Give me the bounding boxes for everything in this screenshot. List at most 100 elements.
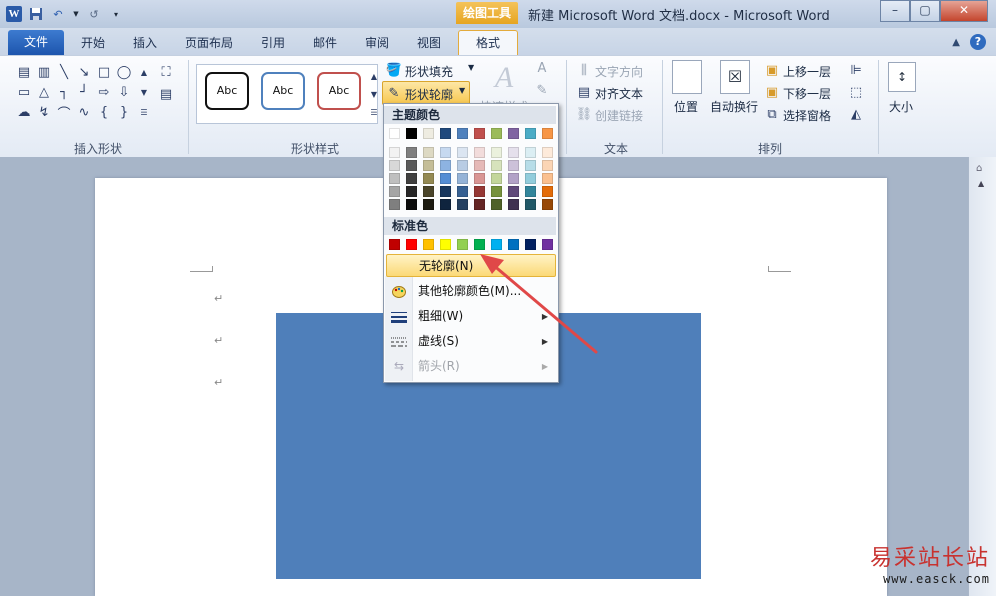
line-shape-icon[interactable]: ╲ xyxy=(56,64,72,80)
align-text-icon[interactable]: ▤ xyxy=(576,84,592,100)
theme-shade-swatch[interactable] xyxy=(525,199,536,210)
theme-shade-swatch[interactable] xyxy=(508,160,519,171)
arc-shape-icon[interactable]: ⌒ xyxy=(56,104,72,122)
theme-shade-swatch[interactable] xyxy=(389,173,400,184)
tab-page-layout[interactable]: 页面布局 xyxy=(180,33,238,54)
theme-color-swatch[interactable] xyxy=(542,128,553,139)
rounded-rect-shape-icon[interactable]: ▭ xyxy=(16,84,32,100)
text-box-icon[interactable]: ▤ xyxy=(16,64,32,80)
theme-shade-swatch[interactable] xyxy=(491,160,502,171)
shape-style-blue[interactable]: Abc xyxy=(261,72,305,110)
theme-color-swatch[interactable] xyxy=(440,128,451,139)
theme-shade-swatch[interactable] xyxy=(406,173,417,184)
theme-shade-swatch[interactable] xyxy=(525,147,536,158)
tab-view[interactable]: 视图 xyxy=(408,33,450,54)
redo-icon[interactable]: ↺ xyxy=(86,6,102,22)
shape-style-red[interactable]: Abc xyxy=(317,72,361,110)
position-icon[interactable] xyxy=(672,60,702,94)
create-link-icon[interactable]: ⛓ xyxy=(576,106,593,122)
styles-more-icon[interactable]: ☰ xyxy=(366,104,382,120)
help-icon[interactable]: ? xyxy=(970,34,986,50)
tab-insert[interactable]: 插入 xyxy=(124,33,166,54)
text-direction-label[interactable]: 文字方向 xyxy=(595,63,643,80)
theme-shade-swatch[interactable] xyxy=(525,186,536,197)
theme-shade-swatch[interactable] xyxy=(542,147,553,158)
standard-color-swatch[interactable] xyxy=(406,239,417,250)
maximize-button[interactable]: ▢ xyxy=(910,0,940,22)
theme-shade-swatch[interactable] xyxy=(423,199,434,210)
theme-shade-swatch[interactable] xyxy=(474,173,485,184)
tab-format[interactable]: 格式 xyxy=(458,30,518,56)
theme-shade-swatch[interactable] xyxy=(406,160,417,171)
theme-shade-swatch[interactable] xyxy=(542,160,553,171)
standard-color-swatch[interactable] xyxy=(474,239,485,250)
theme-shade-swatch[interactable] xyxy=(525,160,536,171)
minimize-button[interactable]: – xyxy=(880,0,910,22)
theme-color-swatch[interactable] xyxy=(525,128,536,139)
word-logo-icon[interactable]: W xyxy=(6,6,22,22)
theme-shade-swatch[interactable] xyxy=(474,199,485,210)
standard-color-swatch[interactable] xyxy=(389,239,400,250)
rectangle-shape-icon[interactable]: □ xyxy=(96,64,112,80)
theme-shade-swatch[interactable] xyxy=(508,173,519,184)
theme-color-swatch[interactable] xyxy=(508,128,519,139)
size-label[interactable]: 大小 xyxy=(884,98,918,115)
theme-shade-swatch[interactable] xyxy=(508,199,519,210)
ruler-toggle-icon[interactable]: ⌂ xyxy=(976,163,982,174)
theme-shade-swatch[interactable] xyxy=(423,173,434,184)
styles-scroll-down-icon[interactable]: ▼ xyxy=(366,86,382,102)
theme-color-swatch[interactable] xyxy=(474,128,485,139)
theme-shade-swatch[interactable] xyxy=(474,147,485,158)
standard-color-swatch[interactable] xyxy=(508,239,519,250)
standard-color-swatch[interactable] xyxy=(542,239,553,250)
group-icon[interactable]: ⬚ xyxy=(848,84,864,100)
theme-shade-swatch[interactable] xyxy=(491,147,502,158)
wrap-text-label[interactable]: 自动换行 xyxy=(706,98,762,115)
shape-style-black[interactable]: Abc xyxy=(205,72,249,110)
standard-color-swatch[interactable] xyxy=(457,239,468,250)
arrow-line-shape-icon[interactable]: ↘ xyxy=(76,64,92,80)
right-brace-shape-icon[interactable]: } xyxy=(116,104,132,120)
theme-shade-swatch[interactable] xyxy=(508,186,519,197)
theme-shade-swatch[interactable] xyxy=(440,160,451,171)
theme-shade-swatch[interactable] xyxy=(406,186,417,197)
theme-shade-swatch[interactable] xyxy=(440,147,451,158)
theme-color-swatch[interactable] xyxy=(406,128,417,139)
selection-pane-label[interactable]: 选择窗格 xyxy=(783,107,831,124)
bring-forward-icon[interactable]: ▣ xyxy=(764,62,780,78)
theme-shade-swatch[interactable] xyxy=(440,199,451,210)
theme-shade-swatch[interactable] xyxy=(423,160,434,171)
theme-shade-swatch[interactable] xyxy=(491,186,502,197)
theme-shade-swatch[interactable] xyxy=(406,147,417,158)
theme-shade-swatch[interactable] xyxy=(389,147,400,158)
theme-shade-swatch[interactable] xyxy=(457,147,468,158)
close-button[interactable]: ✕ xyxy=(940,0,988,22)
theme-shade-swatch[interactable] xyxy=(457,186,468,197)
theme-shade-swatch[interactable] xyxy=(508,147,519,158)
theme-color-swatch[interactable] xyxy=(491,128,502,139)
theme-shade-swatch[interactable] xyxy=(457,160,468,171)
lightning-shape-icon[interactable]: ↯ xyxy=(36,104,52,120)
standard-color-swatch[interactable] xyxy=(491,239,502,250)
down-arrow-shape-icon[interactable]: ⇩ xyxy=(116,84,132,100)
selection-pane-icon[interactable]: ⧉ xyxy=(764,106,780,122)
text-outline-icon[interactable]: ✎ xyxy=(534,82,550,98)
theme-shade-swatch[interactable] xyxy=(440,173,451,184)
tab-home[interactable]: 开始 xyxy=(72,33,114,54)
undo-dropdown-icon[interactable]: ▼ xyxy=(72,6,80,22)
send-backward-label[interactable]: 下移一层 xyxy=(783,85,831,102)
theme-shade-swatch[interactable] xyxy=(525,173,536,184)
theme-shade-swatch[interactable] xyxy=(389,160,400,171)
theme-shade-swatch[interactable] xyxy=(423,186,434,197)
standard-color-swatch[interactable] xyxy=(440,239,451,250)
theme-shade-swatch[interactable] xyxy=(474,160,485,171)
minimize-ribbon-icon[interactable]: ▲ xyxy=(952,37,960,48)
theme-shade-swatch[interactable] xyxy=(406,199,417,210)
shape-outline-button[interactable]: ✎ 形状轮廓 ▼ xyxy=(382,81,470,105)
theme-shade-swatch[interactable] xyxy=(542,199,553,210)
theme-color-swatch[interactable] xyxy=(423,128,434,139)
position-label[interactable]: 位置 xyxy=(668,98,704,115)
size-icon[interactable]: ↕ xyxy=(888,62,916,92)
gallery-more-icon[interactable]: ☰ xyxy=(136,104,152,120)
freeform-shape-icon[interactable]: ☁ xyxy=(16,104,32,120)
